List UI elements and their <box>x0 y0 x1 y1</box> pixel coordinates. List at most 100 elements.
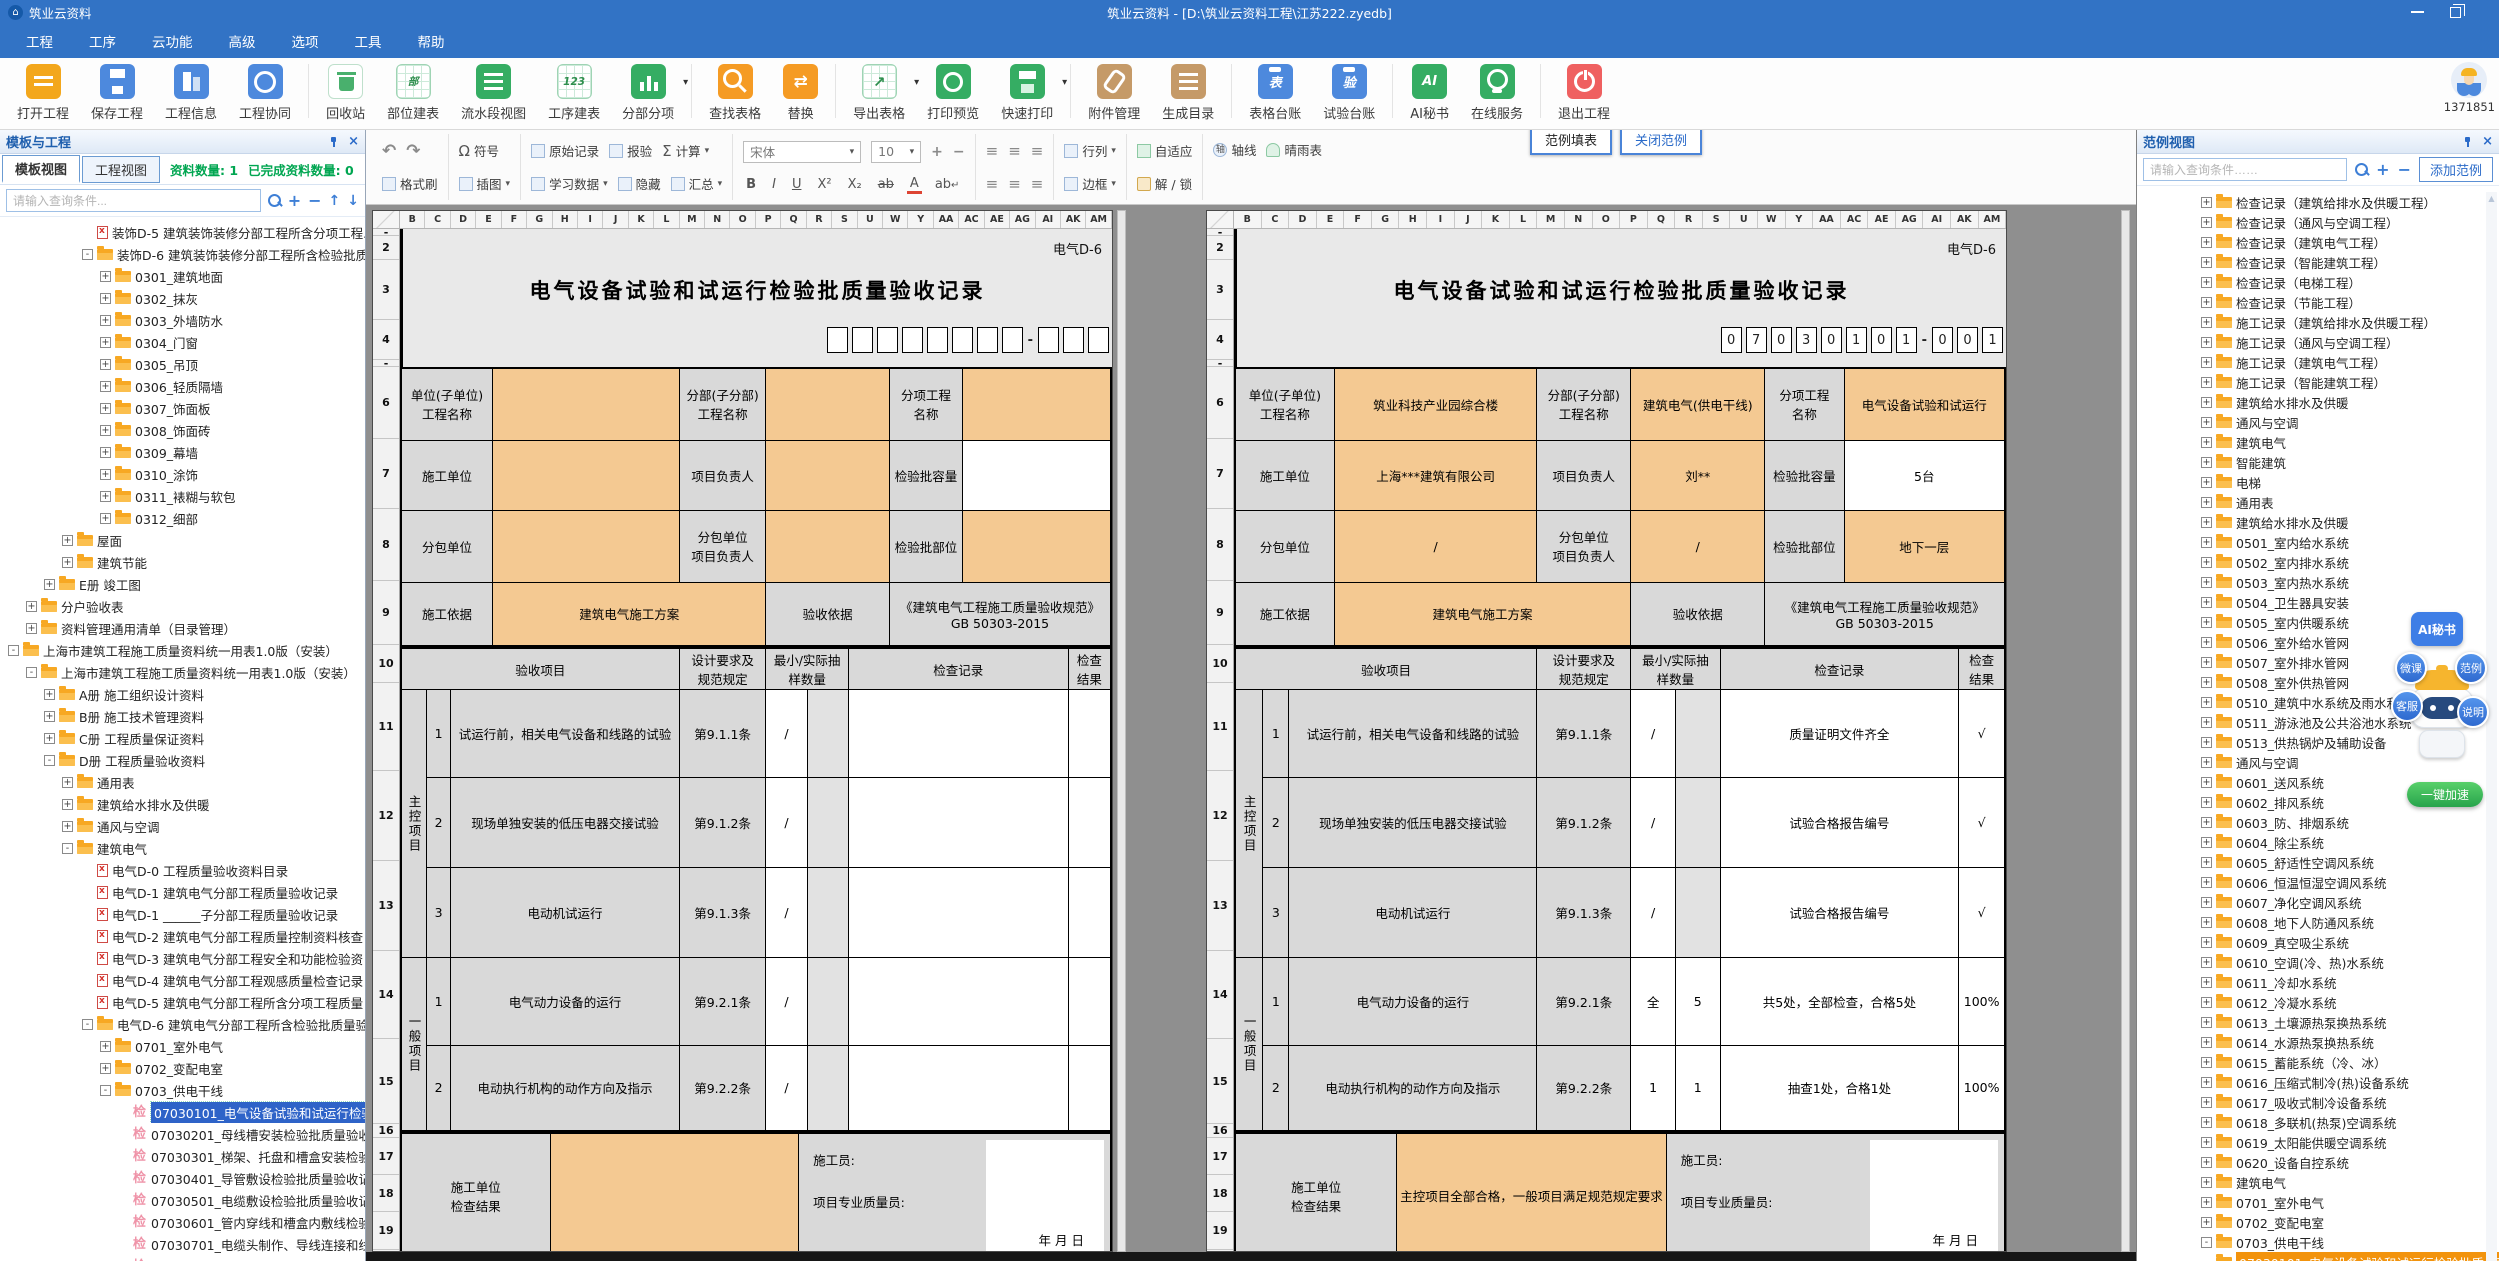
expand-toggle-icon[interactable]: + <box>2201 397 2212 408</box>
toolbar-button[interactable] <box>1540 64 1541 118</box>
expand-toggle-icon[interactable]: + <box>2201 657 2212 668</box>
column-letter[interactable]: H <box>553 211 578 228</box>
tree-item[interactable]: + 0702_变配电室 <box>0 1057 365 1079</box>
cell-sample-2[interactable]: 5 <box>1675 958 1720 1046</box>
tree-item[interactable]: + 施工记录（通风与空调工程） <box>2137 332 2499 352</box>
row-number[interactable]: 20 <box>373 1250 399 1251</box>
tree-item[interactable]: + 施工记录（建筑电气工程） <box>2137 352 2499 372</box>
tree-item[interactable]: + 建筑给水排水及供暖 <box>2137 512 2499 532</box>
cell-unit-name[interactable] <box>493 368 680 440</box>
column-letter[interactable]: E <box>476 211 501 228</box>
tree-item[interactable]: + 0617_吸收式制冷设备系统 <box>2137 1092 2499 1112</box>
tree-item[interactable]: + 0502_室内排水系统 <box>2137 552 2499 572</box>
learn-data-button[interactable]: 学习数据▾ <box>531 174 608 193</box>
toolbar-button[interactable]: 保存工程 <box>80 64 154 122</box>
menu-item[interactable]: 工序 <box>73 25 132 57</box>
expand-toggle-icon[interactable]: + <box>2201 817 2212 828</box>
align-center-icon[interactable]: ≡ <box>1008 175 1021 193</box>
toolbar-button[interactable]: 表 表格台账 <box>1238 64 1312 122</box>
column-letter[interactable]: P <box>756 211 781 228</box>
expand-toggle-icon[interactable]: - <box>100 1085 111 1096</box>
column-letter[interactable]: F <box>502 211 527 228</box>
expand-toggle-icon[interactable]: + <box>100 337 111 348</box>
code-digit-box[interactable]: 0 <box>1821 327 1842 353</box>
text-style-button[interactable]: U <box>789 177 805 192</box>
code-digit-box[interactable]: 0 <box>1771 327 1792 353</box>
cell-record[interactable] <box>848 958 1068 1046</box>
scrollbar[interactable] <box>1117 210 1126 1252</box>
expand-toggle-icon[interactable]: + <box>100 315 111 326</box>
cell-sample-1[interactable]: 1 <box>1631 1046 1676 1131</box>
expand-toggle-icon[interactable]: + <box>2201 377 2212 388</box>
tree-item[interactable]: + 0308_饰面砖 <box>0 419 365 441</box>
toolbar-button[interactable]: 分部分项 <box>611 64 685 122</box>
tree-item[interactable]: + 屋面 <box>0 529 365 551</box>
cell-sample-2[interactable] <box>807 778 848 868</box>
expand-toggle-icon[interactable]: - <box>44 755 55 766</box>
code-digit-box[interactable]: 0 <box>1721 327 1742 353</box>
cell-sample-1[interactable]: / <box>766 868 807 958</box>
column-letter[interactable]: B <box>1234 211 1262 228</box>
code-digit-box[interactable]: 0 <box>1957 327 1978 353</box>
cell-record[interactable]: 共5处，全部检查，合格5处 <box>1720 958 1959 1046</box>
expand-toggle-icon[interactable]: + <box>2201 577 2212 588</box>
cell-capacity[interactable] <box>963 440 1111 510</box>
column-letter[interactable]: AG <box>1896 211 1924 228</box>
code-digit-box[interactable] <box>852 327 873 353</box>
cell-batch-location[interactable] <box>963 510 1111 582</box>
expand-toggle-icon[interactable]: + <box>2201 357 2212 368</box>
row-number[interactable]: 13 <box>373 861 399 951</box>
row-number[interactable]: 16 <box>1207 1124 1233 1138</box>
cell-result[interactable]: √ <box>1959 778 2005 868</box>
document-sample-form[interactable]: BCDEFGHIJKLMNOPQRSUWYAAACAEAGAIAKAM -234… <box>1206 210 2007 1252</box>
cell-unit-name[interactable]: 筑业科技产业园综合楼 <box>1334 368 1537 440</box>
tree-item[interactable]: + 电梯 <box>2137 472 2499 492</box>
report-check-button[interactable]: 报验 <box>609 141 652 160</box>
menu-item[interactable]: 工具 <box>339 25 398 57</box>
collapse-all-icon[interactable]: − <box>308 194 321 208</box>
cell-result[interactable]: 100% <box>1959 1046 2005 1131</box>
cell-sample-1[interactable]: / <box>766 958 807 1046</box>
tree-item[interactable]: + 建筑节能 <box>0 551 365 573</box>
toolbar-button[interactable]: 退出工程 <box>1547 64 1621 122</box>
row-number[interactable]: 18 <box>1207 1175 1233 1212</box>
expand-toggle-icon[interactable]: + <box>2201 1097 2212 1108</box>
row-number[interactable]: 3 <box>1207 260 1233 320</box>
lock-unlock-button[interactable]: 解 / 锁 <box>1137 174 1192 193</box>
tree-item[interactable]: + 0501_室内给水系统 <box>2137 532 2499 552</box>
expand-toggle-icon[interactable]: + <box>2201 757 2212 768</box>
column-letter[interactable]: L <box>1510 211 1538 228</box>
tree-item[interactable]: + 0606_恒温恒湿空调风系统 <box>2137 872 2499 892</box>
redo-button[interactable]: ↷ <box>406 141 420 161</box>
tree-item[interactable]: + E册 竣工图 <box>0 573 365 595</box>
cell-project-manager[interactable] <box>766 440 890 510</box>
column-letter[interactable]: J <box>1455 211 1483 228</box>
robot-mascot[interactable] <box>2399 670 2485 786</box>
expand-all-icon[interactable]: + <box>288 194 301 208</box>
column-letter[interactable]: Y <box>1786 211 1814 228</box>
text-style-button[interactable]: I <box>769 177 779 192</box>
column-letter[interactable]: AC <box>959 211 984 228</box>
search-icon[interactable] <box>268 194 281 207</box>
code-digit-box[interactable]: 0 <box>1871 327 1892 353</box>
row-number[interactable]: 7 <box>1207 439 1233 509</box>
column-letter[interactable]: AE <box>985 211 1010 228</box>
tree-item[interactable]: + 检查记录（建筑电气工程） <box>2137 232 2499 252</box>
column-letter[interactable]: AM <box>1086 211 1111 228</box>
row-number[interactable]: 17 <box>373 1138 399 1175</box>
expand-toggle-icon[interactable]: + <box>26 623 37 634</box>
row-number[interactable]: 9 <box>1207 581 1233 645</box>
cell-result[interactable]: 100% <box>1959 958 2005 1046</box>
expand-toggle-icon[interactable]: + <box>100 359 111 370</box>
tree-item[interactable]: 电气D-0 工程质量验收资料目录 <box>0 859 365 881</box>
tree-item[interactable]: 07030201_母线槽安装检验批质量验收记 <box>0 1123 365 1145</box>
sample-close-button[interactable]: 关闭范例 <box>1620 130 1702 155</box>
expand-toggle-icon[interactable]: + <box>2201 217 2212 228</box>
tree-item[interactable]: + 0306_轻质隔墙 <box>0 375 365 397</box>
toolbar-button[interactable]: 部 部位建表 <box>376 64 450 122</box>
tree-item[interactable]: + 0311_裱糊与软包 <box>0 485 365 507</box>
tree-item[interactable]: + 0603_防、排烟系统 <box>2137 812 2499 832</box>
expand-toggle-icon[interactable]: + <box>100 271 111 282</box>
cell-subcontractor[interactable]: / <box>1334 510 1537 582</box>
code-digit-box[interactable]: 1 <box>1846 327 1867 353</box>
